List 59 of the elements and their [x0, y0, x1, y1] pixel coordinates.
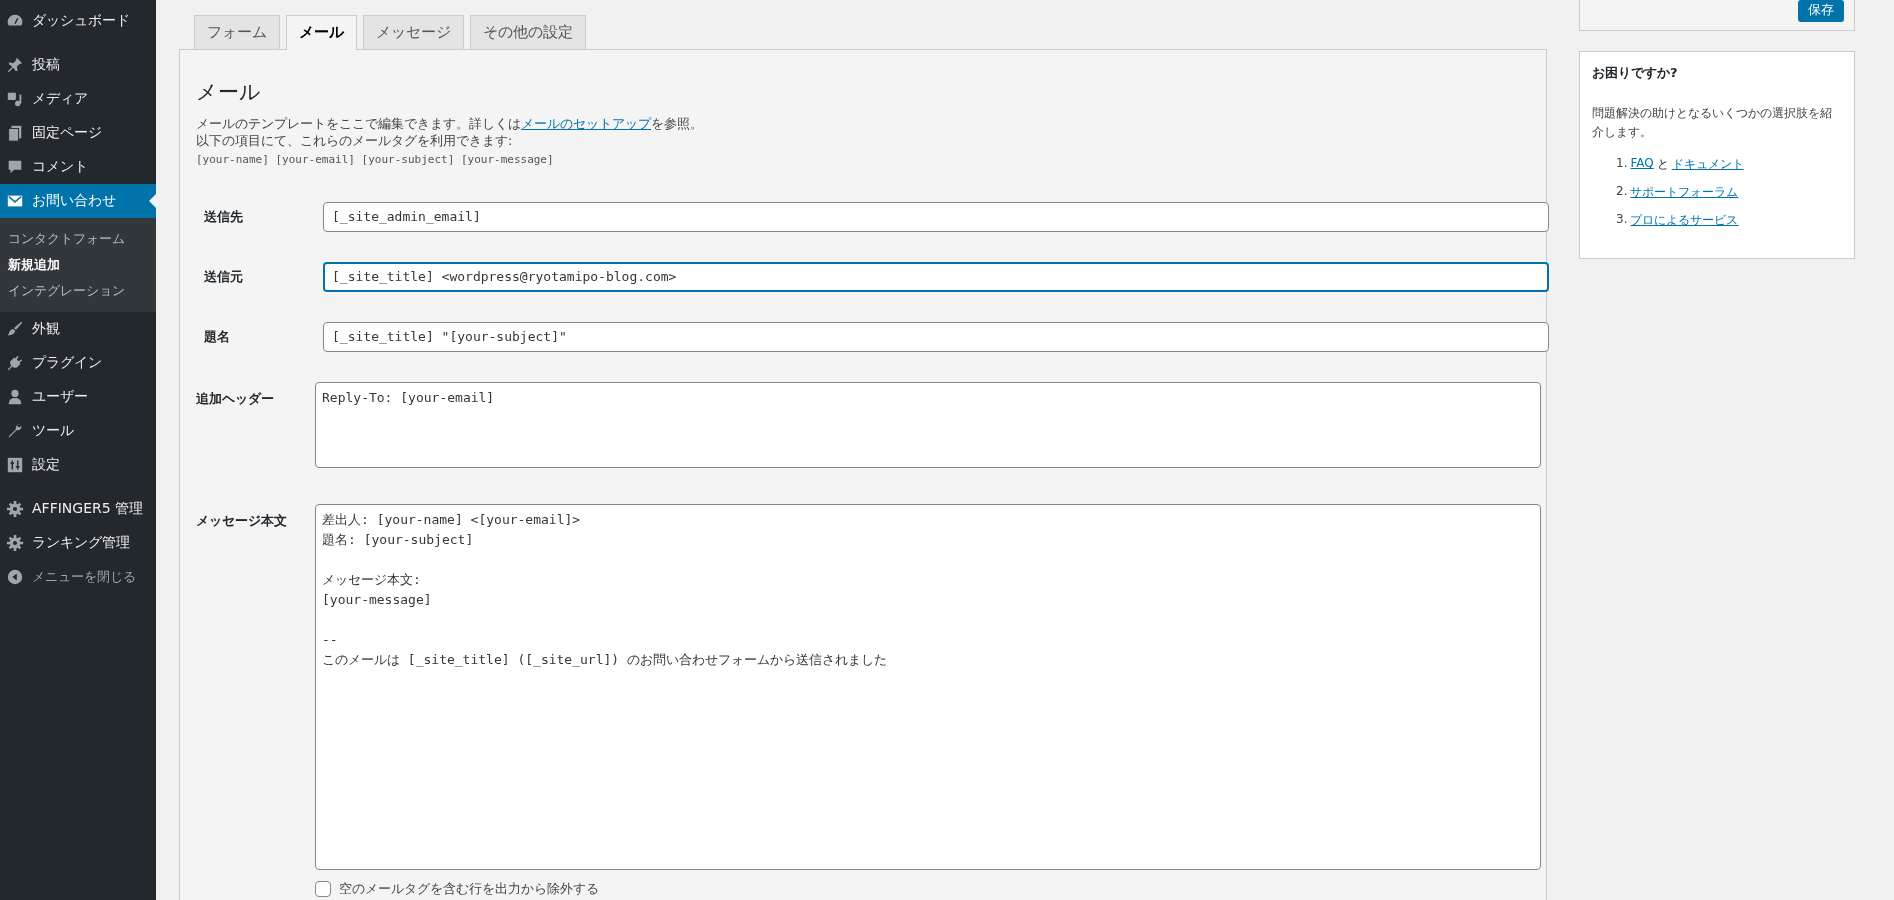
panel-title: メール [196, 79, 262, 106]
sidebar-item[interactable]: ランキング管理 [0, 526, 156, 560]
list-number: 3. [1616, 212, 1628, 229]
help-title: お困りですか? [1592, 64, 1679, 82]
sidebar-item[interactable]: 固定ページ [0, 116, 156, 150]
checkbox-label: 空のメールタグを含む行を出力から除外する [339, 879, 599, 898]
pin-icon [6, 56, 24, 74]
field-label: 追加ヘッダー [196, 389, 275, 408]
tab[interactable]: その他の設定 [470, 15, 586, 49]
collapse-icon [6, 568, 24, 586]
sidebar-item[interactable]: お問い合わせ [0, 184, 156, 218]
media-icon [6, 90, 24, 108]
input-field[interactable]: [_site_title] "[your-subject]" [323, 321, 1549, 352]
tab[interactable]: フォーム [194, 15, 280, 49]
sidebar-item[interactable]: プラグイン [0, 346, 156, 380]
tags-note: 以下の項目にて、これらのメールタグを利用できます: [196, 132, 514, 150]
help-link[interactable]: プロによるサービス [1630, 212, 1739, 230]
submenu-item[interactable]: 新規追加 [0, 252, 156, 278]
input-field[interactable]: [_site_title] <wordpress@ryotamipo-blog.com> [323, 261, 1549, 292]
field-label: メッセージ本文 [196, 511, 288, 530]
plug-icon [6, 354, 24, 372]
sidebar-item[interactable]: メニューを閉じる [0, 560, 156, 594]
field-label: 送信元 [204, 267, 244, 286]
sidebar-item[interactable]: コメント [0, 150, 156, 184]
gear-icon [6, 500, 24, 518]
tab[interactable]: メール [286, 15, 357, 50]
save-button[interactable]: 保存 [1798, 0, 1844, 22]
help-link[interactable]: FAQ [1630, 156, 1654, 174]
list-number: 2. [1616, 184, 1628, 201]
pages-icon [6, 124, 24, 142]
submenu-item[interactable]: インテグレーション [0, 278, 156, 304]
input-field[interactable]: [_site_admin_email] [323, 201, 1549, 232]
list-number: 1. [1616, 156, 1628, 173]
sidebar-item[interactable]: 設定 [0, 448, 156, 482]
sidebar-item[interactable]: 投稿 [0, 48, 156, 82]
connector-text: と [1656, 156, 1669, 174]
textarea-field[interactable]: 差出人: [your-name] <[your-email]> 題名: [your-subject] メッセージ本文: [your-message] -- このメールは [_site_title] ([_site_url]) のお問い合わせフォームから送信されました [315, 503, 1541, 870]
field-label: 送信先 [204, 207, 244, 226]
checkbox[interactable] [315, 880, 331, 897]
field-label: 題名 [204, 327, 231, 346]
settings-icon [6, 456, 24, 474]
sidebar-item[interactable]: ダッシュボード [0, 4, 156, 38]
sidebar-item[interactable]: AFFINGER5 管理 [0, 492, 156, 526]
help-text: 問題解決の助けとなるいくつかの選択肢を紹介します。 [1592, 105, 1833, 142]
brush-icon [6, 320, 24, 338]
sidebar-item[interactable]: ツール [0, 414, 156, 448]
gear-icon [6, 534, 24, 552]
help-link[interactable]: サポートフォーラム [1630, 184, 1739, 202]
help-link[interactable]: ドキュメント [1671, 156, 1744, 174]
sidebar-item[interactable]: ユーザー [0, 380, 156, 414]
mail-tags: [your-name] [your-email] [your-subject] [your-message] [196, 152, 1541, 166]
sidebar-item[interactable]: 外観 [0, 312, 156, 346]
tab[interactable]: メッセージ [363, 15, 464, 49]
user-icon [6, 388, 24, 406]
setup-link[interactable]: メールのセットアップ [521, 116, 651, 131]
sidebar-item[interactable]: メディア [0, 82, 156, 116]
intro-text: メールのテンプレートをここで編集できます。詳しくはメールのセットアップを参照。 [196, 116, 704, 133]
textarea-field[interactable]: Reply-To: [your-email] [315, 381, 1541, 468]
submenu-item[interactable]: コンタクトフォーム [0, 226, 156, 252]
